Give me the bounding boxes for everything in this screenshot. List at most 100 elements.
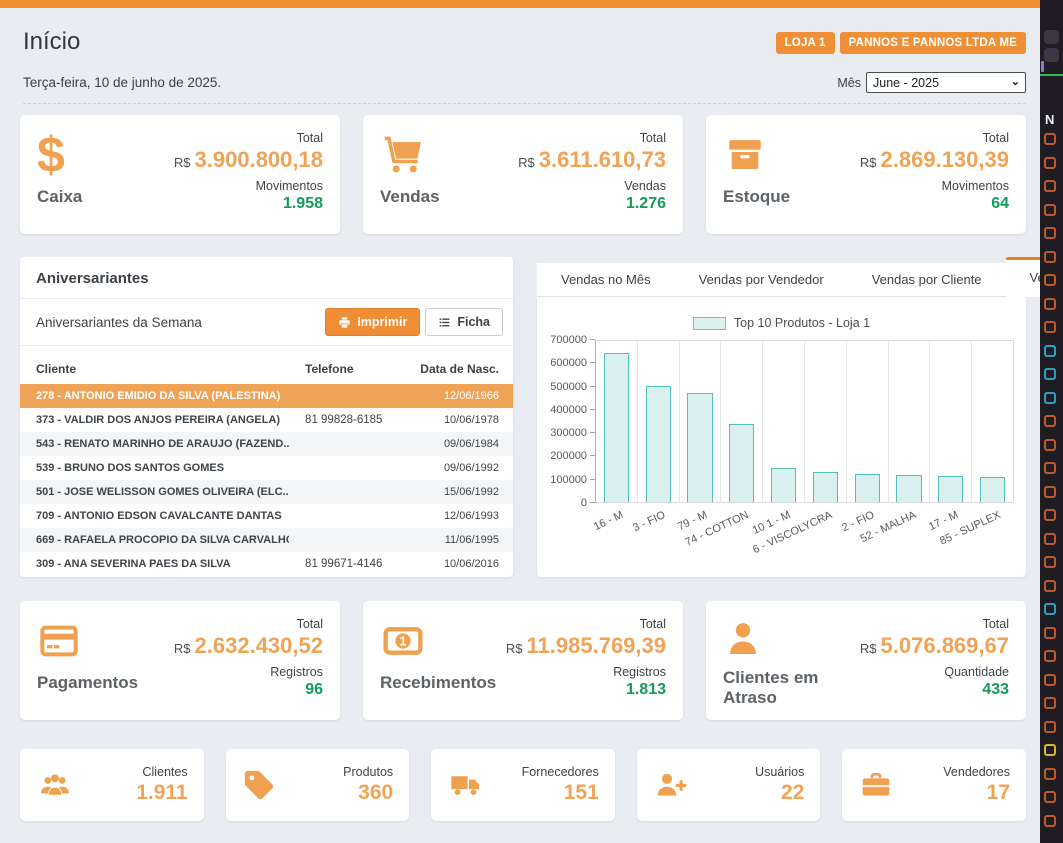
card-title: Caixa bbox=[37, 187, 82, 207]
cell-data-nasc: 11/06/1995 bbox=[396, 528, 513, 552]
currency-label: R$ bbox=[506, 641, 523, 656]
page-title: Início bbox=[23, 28, 80, 56]
store-badges: LOJA 1 PANNOS E PANNOS LTDA ME bbox=[776, 32, 1026, 54]
table-row[interactable]: 373 - VALDIR DOS ANJOS PEREIRA (ANGELA)8… bbox=[20, 408, 513, 432]
y-tick-label: 500000 bbox=[550, 381, 587, 393]
count-value: 1.958 bbox=[174, 195, 323, 213]
table-row[interactable]: 709 - ANTONIO EDSON CAVALCANTE DANTAS12/… bbox=[20, 504, 513, 528]
table-row[interactable]: 309 - ANA SEVERINA PAES DA SILVA81 99671… bbox=[20, 552, 513, 576]
browser-tab-favicon[interactable] bbox=[1044, 227, 1056, 239]
chart-bar[interactable] bbox=[604, 353, 629, 502]
browser-tab-favicon[interactable] bbox=[1044, 791, 1056, 803]
imprimir-button[interactable]: Imprimir bbox=[325, 308, 420, 336]
mini-card-value: 360 bbox=[343, 781, 393, 805]
table-row[interactable]: 501 - JOSE WELISSON GOMES OLIVEIRA (ELC.… bbox=[20, 480, 513, 504]
count-value: 64 bbox=[860, 195, 1009, 213]
browser-tab-favicon[interactable] bbox=[1044, 674, 1056, 686]
tab-vendas-no-mês[interactable]: Vendas no Mês bbox=[537, 263, 675, 297]
tab-vendas-por-cliente[interactable]: Vendas por Cliente bbox=[848, 263, 1006, 297]
chart-bar[interactable] bbox=[896, 475, 921, 502]
browser-tab-favicon[interactable] bbox=[1044, 462, 1056, 474]
chart-bar[interactable] bbox=[938, 476, 963, 502]
browser-tab-favicon[interactable] bbox=[1044, 133, 1056, 145]
browser-tab-favicon[interactable] bbox=[1044, 697, 1056, 709]
panel-subtitle: Aniversariantes da Semana bbox=[36, 315, 202, 330]
browser-tab-favicon[interactable] bbox=[1044, 251, 1056, 263]
browser-tab-favicon[interactable] bbox=[1044, 627, 1056, 639]
briefcase-icon bbox=[858, 769, 894, 801]
sales-chart-panel: Top 10 Produtos - Loja 1 010000020000030… bbox=[537, 297, 1026, 577]
browser-tab-favicon[interactable] bbox=[1044, 650, 1056, 662]
currency-label: R$ bbox=[518, 155, 535, 170]
ficha-button[interactable]: Ficha bbox=[425, 308, 503, 336]
card-title: Clientes em Atraso bbox=[723, 668, 860, 708]
browser-tab-favicon[interactable] bbox=[1044, 204, 1056, 216]
chart-bar[interactable] bbox=[646, 386, 671, 502]
browser-tab-favicon[interactable] bbox=[1044, 744, 1056, 756]
cell-cliente: 669 - RAFAELA PROCOPIO DA SILVA CARVALHO bbox=[20, 528, 289, 552]
browser-tab-favicon[interactable] bbox=[1044, 157, 1056, 169]
count-label: Registros bbox=[174, 665, 323, 679]
chart-bar[interactable] bbox=[729, 424, 754, 502]
browser-tab-favicon[interactable] bbox=[1044, 439, 1056, 451]
count-value: 96 bbox=[174, 681, 323, 699]
cell-telefone: 81 99828-6185 bbox=[289, 408, 396, 432]
table-row[interactable]: 543 - RENATO MARINHO DE ARAUJO (FAZEND..… bbox=[20, 432, 513, 456]
cell-telefone bbox=[289, 528, 396, 552]
mini-card-label: Clientes bbox=[136, 765, 187, 779]
browser-tab-favicon[interactable] bbox=[1044, 721, 1056, 733]
browser-button[interactable] bbox=[1044, 30, 1059, 44]
browser-tab-favicon[interactable] bbox=[1044, 180, 1056, 192]
total-amount: 3.611.610,73 bbox=[539, 147, 666, 172]
chart-bar[interactable] bbox=[980, 477, 1005, 502]
cell-cliente: 539 - BRUNO DOS SANTOS GOMES bbox=[20, 456, 289, 480]
chart-bar[interactable] bbox=[771, 468, 796, 502]
browser-tab-favicon[interactable] bbox=[1044, 298, 1056, 310]
card-title: Vendas bbox=[380, 187, 440, 207]
month-select[interactable]: June - 2025 bbox=[866, 72, 1026, 93]
mini-card-value: 1.911 bbox=[136, 781, 187, 805]
browser-tab-favicon[interactable] bbox=[1044, 486, 1056, 498]
cell-data-nasc: 10/06/2016 bbox=[396, 552, 513, 576]
mini-card-vendedores: Vendedores 17 bbox=[842, 749, 1026, 821]
browser-tab-favicon[interactable] bbox=[1044, 815, 1056, 827]
browser-tab-favicon[interactable] bbox=[1044, 392, 1056, 404]
company-badge[interactable]: PANNOS E PANNOS LTDA ME bbox=[840, 32, 1026, 54]
browser-tab-favicon[interactable] bbox=[1044, 321, 1056, 333]
y-tick-label: 100000 bbox=[550, 474, 587, 486]
card-title: Estoque bbox=[723, 187, 790, 207]
browser-tab-favicon[interactable] bbox=[1044, 509, 1056, 521]
browser-tab-favicon[interactable] bbox=[1044, 768, 1056, 780]
imprimir-label: Imprimir bbox=[357, 315, 407, 329]
browser-tab-favicon[interactable] bbox=[1044, 603, 1056, 615]
browser-tab-favicon[interactable] bbox=[1044, 580, 1056, 592]
chart-x-axis: 16 - M3 - FIO79 - M74 - COTTON10 1 - M6 … bbox=[595, 505, 1014, 557]
browser-button[interactable] bbox=[1044, 48, 1059, 62]
chart-category-cell bbox=[805, 341, 847, 502]
cell-data-nasc: 10/06/1978 bbox=[396, 408, 513, 432]
browser-tab-favicon[interactable] bbox=[1044, 533, 1056, 545]
store-badge[interactable]: LOJA 1 bbox=[776, 32, 835, 54]
table-row[interactable]: 669 - RAFAELA PROCOPIO DA SILVA CARVALHO… bbox=[20, 528, 513, 552]
chart-bar[interactable] bbox=[687, 393, 712, 502]
list-icon bbox=[438, 316, 451, 329]
mini-card-value: 17 bbox=[943, 781, 1010, 805]
browser-tab-favicon[interactable] bbox=[1044, 556, 1056, 568]
count-value: 1.276 bbox=[518, 195, 666, 213]
browser-tab-favicon[interactable] bbox=[1044, 274, 1056, 286]
browser-tab-favicon[interactable] bbox=[1044, 368, 1056, 380]
total-label: Total bbox=[860, 617, 1009, 631]
money-icon: 1 bbox=[380, 615, 496, 667]
table-row[interactable]: 278 - ANTONIO EMIDIO DA SILVA (PALESTINA… bbox=[20, 384, 513, 408]
browser-tab-favicon[interactable] bbox=[1044, 415, 1056, 427]
browser-tab-favicon[interactable] bbox=[1044, 345, 1056, 357]
chart-legend: Top 10 Produtos - Loja 1 bbox=[537, 297, 1026, 330]
users-icon bbox=[36, 769, 74, 801]
chart-bar[interactable] bbox=[813, 472, 838, 502]
chart-bar[interactable] bbox=[855, 474, 880, 502]
tab-vendas-por-vendedor[interactable]: Vendas por Vendedor bbox=[675, 263, 848, 297]
chart-category-cell bbox=[889, 341, 931, 502]
table-row[interactable]: 539 - BRUNO DOS SANTOS GOMES09/06/1992 bbox=[20, 456, 513, 480]
total-label: Total bbox=[506, 617, 666, 631]
mini-card-produtos: Produtos 360 bbox=[226, 749, 410, 821]
